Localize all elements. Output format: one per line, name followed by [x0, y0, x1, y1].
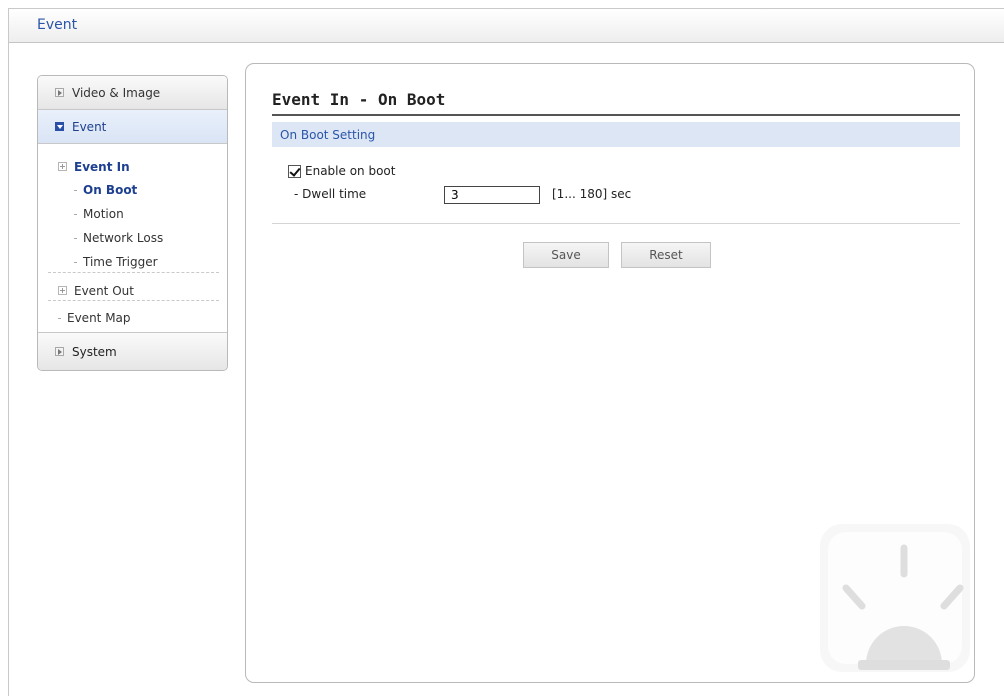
app-frame: Event Video & Image Event Event In On Bo… [8, 8, 1004, 696]
sidebar-item-video-image[interactable]: Video & Image [38, 76, 227, 110]
plus-icon [58, 286, 67, 295]
reset-button[interactable]: Reset [621, 242, 711, 268]
tree-item-event-out[interactable]: Event Out [58, 284, 134, 298]
enable-on-boot-label: Enable on boot [305, 164, 396, 178]
page-title: Event In - On Boot [272, 90, 446, 109]
tree-item-label: Event Map [67, 311, 131, 325]
sidebar-item-label: System [72, 344, 117, 359]
expand-right-icon [55, 347, 64, 356]
expand-right-icon [55, 88, 64, 97]
enable-on-boot-row[interactable]: Enable on boot [288, 164, 395, 178]
dwell-time-range: [1... 180] sec [552, 187, 632, 201]
tree-item-label: Event Out [74, 284, 134, 298]
main-panel: Event In - On Boot On Boot Setting Enabl… [245, 63, 975, 683]
tree-item-time-trigger[interactable]: Time Trigger [74, 255, 158, 269]
tree-item-label: Motion [83, 207, 124, 221]
divider [48, 272, 219, 273]
tree-item-event-in[interactable]: Event In [58, 160, 130, 174]
tree-item-label: Network Loss [83, 231, 164, 245]
title-rule [272, 114, 960, 116]
dwell-time-input[interactable] [444, 186, 540, 204]
plus-icon [58, 162, 67, 171]
sidebar-item-label: Event [72, 119, 107, 134]
sidebar-item-event[interactable]: Event [38, 110, 227, 144]
tree-item-event-map[interactable]: Event Map [58, 311, 131, 325]
sidebar-item-label: Video & Image [72, 85, 161, 100]
top-bar: Event [9, 9, 1004, 43]
bullet-icon [74, 238, 77, 239]
divider [272, 223, 960, 224]
tree-item-label: Event In [74, 160, 130, 174]
bullet-icon [74, 214, 77, 215]
app-title: Event [37, 17, 78, 33]
sidebar-item-system[interactable]: System [38, 332, 227, 370]
tree-item-label: Time Trigger [83, 255, 158, 269]
alarm-light-icon [820, 524, 970, 672]
tree-item-label: On Boot [83, 183, 138, 197]
collapse-down-icon [55, 122, 64, 131]
tree-item-motion[interactable]: Motion [74, 207, 124, 221]
tree-item-network-loss[interactable]: Network Loss [74, 231, 163, 245]
tree-item-on-boot[interactable]: On Boot [74, 183, 137, 197]
section-header: On Boot Setting [272, 122, 960, 147]
bullet-icon [58, 318, 61, 319]
sidebar: Video & Image Event Event In On Boot Mot… [37, 75, 228, 371]
bullet-icon [74, 190, 77, 191]
save-button[interactable]: Save [523, 242, 609, 268]
divider [48, 300, 219, 301]
dwell-time-label: - Dwell time [294, 187, 367, 201]
enable-on-boot-checkbox[interactable] [288, 164, 301, 178]
bullet-icon [74, 262, 77, 263]
